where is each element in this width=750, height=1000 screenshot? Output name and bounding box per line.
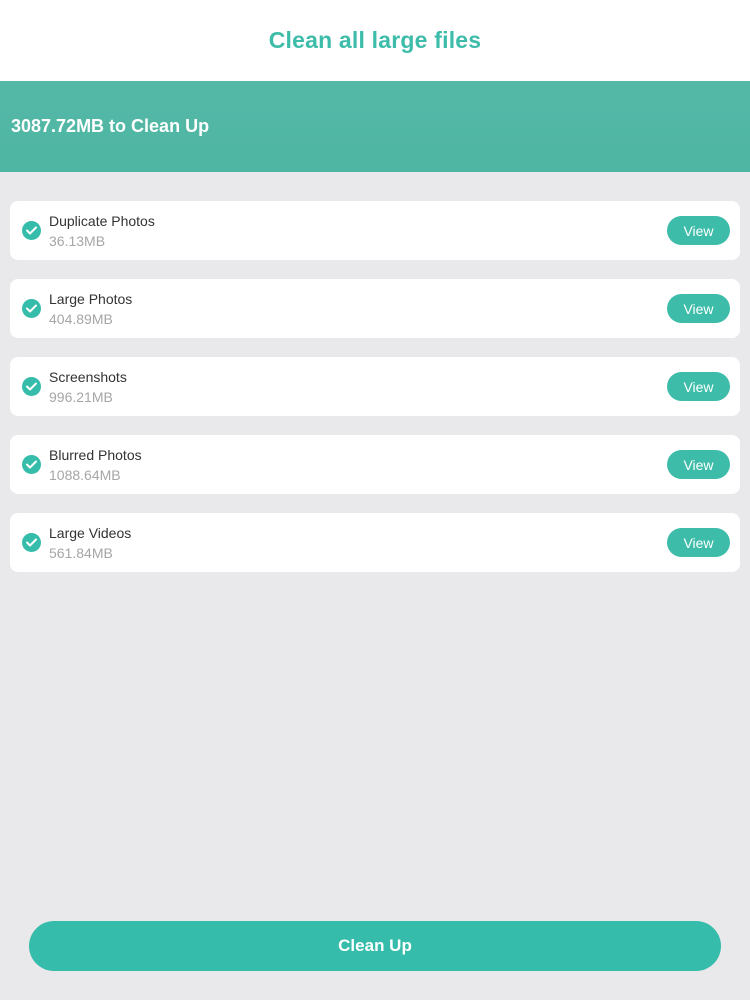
item-name: Large Photos <box>49 291 133 307</box>
item-size: 36.13MB <box>49 233 106 249</box>
item-size: 561.84MB <box>49 545 113 561</box>
list-item-screenshots: Screenshots 996.21MB View <box>10 357 740 416</box>
item-name: Screenshots <box>49 369 127 385</box>
item-size: 996.21MB <box>49 389 113 405</box>
checkmark-icon[interactable] <box>22 533 41 552</box>
item-size: 1088.64MB <box>49 467 121 483</box>
checkmark-icon[interactable] <box>22 455 41 474</box>
view-button[interactable]: View <box>667 372 730 401</box>
checkmark-icon[interactable] <box>22 299 41 318</box>
list-item-duplicate-photos: Duplicate Photos 36.13MB View <box>10 201 740 260</box>
view-button[interactable]: View <box>667 528 730 557</box>
item-name: Blurred Photos <box>49 447 142 463</box>
view-button[interactable]: View <box>667 450 730 479</box>
total-size-text: 3087.72MB to Clean Up <box>11 116 210 136</box>
clean-up-button[interactable]: Clean Up <box>29 921 721 971</box>
item-name: Large Videos <box>49 525 132 541</box>
top-bar: Clean all large files <box>0 0 750 81</box>
item-size: 404.89MB <box>49 311 113 327</box>
cleaner-screen: Clean all large files 3087.72MB to Clean… <box>0 0 750 1000</box>
checkmark-icon[interactable] <box>22 377 41 396</box>
item-name: Duplicate Photos <box>49 213 155 229</box>
list-item-large-videos: Large Videos 561.84MB View <box>10 513 740 572</box>
view-button[interactable]: View <box>667 216 730 245</box>
page-title: Clean all large files <box>268 27 482 53</box>
file-category-list: Duplicate Photos 36.13MB View Large Phot… <box>10 201 740 591</box>
list-item-blurred-photos: Blurred Photos 1088.64MB View <box>10 435 740 494</box>
view-button[interactable]: View <box>667 294 730 323</box>
summary-banner: 3087.72MB to Clean Up <box>0 81 750 172</box>
list-item-large-photos: Large Photos 404.89MB View <box>10 279 740 338</box>
checkmark-icon[interactable] <box>22 221 41 240</box>
